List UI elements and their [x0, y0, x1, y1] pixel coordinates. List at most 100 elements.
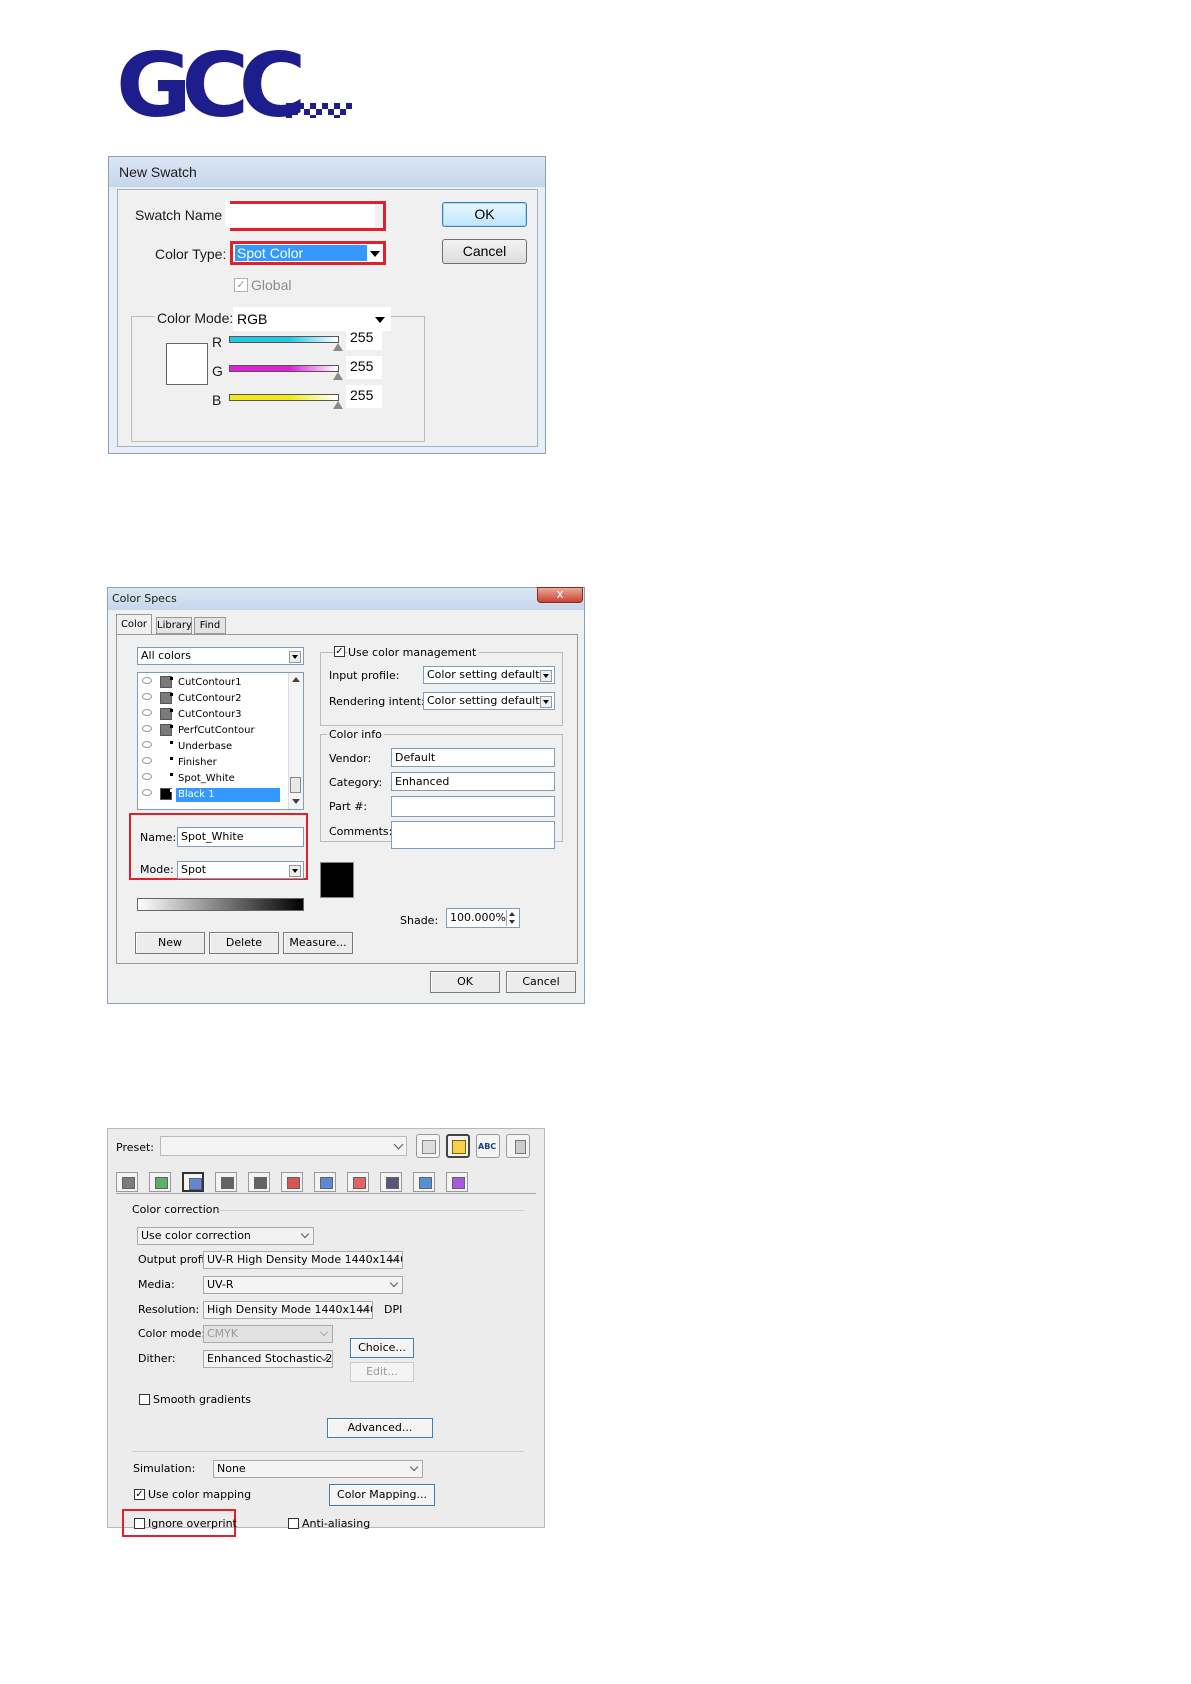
rendering-intent-select[interactable]: Color setting default [423, 692, 555, 710]
tab-find[interactable]: Find [194, 617, 226, 634]
visibility-eye-icon[interactable] [142, 757, 152, 764]
rendering-intent-label: Rendering intent: [329, 695, 425, 708]
color-list-item[interactable]: Black 1 [140, 787, 280, 802]
print-icon[interactable] [116, 1172, 138, 1192]
frame-icon[interactable] [215, 1172, 237, 1192]
color-list-item[interactable]: CutContour1 [140, 675, 280, 690]
slider-thumb[interactable] [333, 343, 343, 351]
color-list-item[interactable]: Finisher [140, 755, 280, 770]
output-profile-select[interactable]: UV-R High Density Mode 1440x1440 .icc [203, 1251, 403, 1269]
choice-button[interactable]: Choice... [350, 1338, 414, 1358]
palette-icon[interactable] [446, 1172, 468, 1192]
measure-button[interactable]: Measure... [283, 932, 353, 954]
ok-button[interactable]: OK [442, 202, 527, 227]
adjust-icon[interactable] [314, 1172, 336, 1192]
color-filter-select[interactable]: All colors [137, 647, 304, 665]
color-bars-icon[interactable] [347, 1172, 369, 1192]
spot-marker-icon [170, 709, 173, 712]
save-preset-button[interactable] [416, 1134, 440, 1158]
rename-preset-button[interactable]: ABC [476, 1134, 500, 1158]
slider-thumb[interactable] [333, 401, 343, 409]
comments-input[interactable] [391, 821, 555, 849]
tab-library[interactable]: Library [156, 617, 192, 634]
visibility-eye-icon[interactable] [142, 773, 152, 780]
new-button[interactable]: New [135, 932, 205, 954]
color-mode-value: CMYK [207, 1327, 239, 1340]
scroll-up-icon[interactable] [292, 677, 300, 682]
shade-input[interactable]: 100.000% [446, 908, 520, 928]
visibility-eye-icon[interactable] [142, 693, 152, 700]
color-mode-value: RGB [237, 311, 268, 327]
output-profile-value: UV-R High Density Mode 1440x1440 .icc [207, 1253, 403, 1266]
use-color-correction-select[interactable]: Use color correction [137, 1227, 314, 1245]
frame-icon-glyph [221, 1177, 234, 1189]
channel-label: R [212, 334, 223, 350]
simulation-select[interactable]: None [213, 1460, 423, 1478]
slider-thumb[interactable] [333, 372, 343, 380]
channel-slider[interactable] [229, 365, 339, 372]
channel-value-input[interactable]: 255 [346, 356, 382, 379]
preset-select[interactable] [160, 1136, 407, 1156]
color-list-item[interactable]: CutContour2 [140, 691, 280, 706]
visibility-eye-icon[interactable] [142, 677, 152, 684]
visibility-eye-icon[interactable] [142, 741, 152, 748]
color-list-item[interactable]: Spot_White [140, 771, 280, 786]
ink-icon[interactable] [413, 1172, 435, 1192]
color-list-item[interactable]: PerfCutContour [140, 723, 280, 738]
tab-color[interactable]: Color [116, 614, 152, 635]
channel-slider[interactable] [229, 394, 339, 401]
color-type-select[interactable]: Spot Color [230, 241, 386, 265]
spot-marker-icon [170, 773, 173, 776]
media-select[interactable]: UV-R [203, 1276, 403, 1294]
color-list-item[interactable]: Underbase [140, 739, 280, 754]
import-icon[interactable] [149, 1172, 171, 1192]
anti-aliasing-checkbox[interactable] [288, 1518, 299, 1529]
delete-button[interactable]: Delete [209, 932, 279, 954]
ignore-overprint-checkbox[interactable] [134, 1518, 145, 1529]
cancel-button[interactable]: Cancel [442, 239, 527, 264]
scroll-thumb[interactable] [290, 777, 301, 793]
channel-value-input[interactable]: 255 [346, 327, 382, 350]
close-button[interactable]: x [537, 587, 583, 603]
delete-preset-button[interactable] [506, 1134, 530, 1158]
cancel-button[interactable]: Cancel [506, 971, 576, 993]
name-input[interactable]: Spot_White [177, 827, 304, 847]
brush-icon[interactable] [248, 1172, 270, 1192]
channel-slider[interactable] [229, 336, 339, 343]
category-input[interactable]: Enhanced [391, 772, 555, 791]
layers-icon[interactable] [380, 1172, 402, 1192]
ok-button[interactable]: OK [430, 971, 500, 993]
global-label: Global [251, 277, 292, 293]
channel-value-input[interactable]: 255 [346, 385, 382, 408]
visibility-eye-icon[interactable] [142, 789, 152, 796]
layout-icon[interactable] [182, 1172, 204, 1192]
vendor-input[interactable]: Default [391, 748, 555, 767]
visibility-eye-icon[interactable] [142, 709, 152, 716]
list-scrollbar[interactable] [288, 673, 303, 809]
spin-down-icon[interactable] [509, 920, 515, 924]
shade-spinner[interactable] [506, 910, 518, 926]
part-input[interactable] [391, 796, 555, 817]
edit-button[interactable]: Edit... [350, 1362, 414, 1382]
color-mapping-button[interactable]: Color Mapping... [329, 1484, 435, 1506]
save-as-preset-button[interactable] [446, 1134, 470, 1158]
global-checkbox[interactable]: ✓ [234, 278, 248, 292]
color-list-item[interactable]: CutContour3 [140, 707, 280, 722]
color-mode-select[interactable]: CMYK [203, 1325, 333, 1343]
grid-icon[interactable] [281, 1172, 303, 1192]
resolution-select[interactable]: High Density Mode 1440x1440 [203, 1301, 373, 1319]
color-list[interactable]: CutContour1 CutContour2 CutContour3 PerfCut… [137, 672, 304, 810]
close-icon: x [556, 587, 564, 601]
scroll-down-icon[interactable] [292, 799, 300, 804]
anti-aliasing-label: Anti-aliasing [302, 1517, 371, 1530]
use-color-management-checkbox[interactable]: ✓ [334, 646, 345, 657]
advanced-button[interactable]: Advanced... [327, 1418, 433, 1438]
mode-select[interactable]: Spot [177, 861, 304, 879]
spin-up-icon[interactable] [509, 912, 515, 916]
smooth-gradients-checkbox[interactable] [139, 1394, 150, 1405]
color-list-rows: CutContour1 CutContour2 CutContour3 PerfCut… [140, 675, 288, 807]
use-color-mapping-checkbox[interactable]: ✓ [134, 1489, 145, 1500]
dither-select[interactable]: Enhanced Stochastic 2 [203, 1350, 333, 1368]
visibility-eye-icon[interactable] [142, 725, 152, 732]
input-profile-select[interactable]: Color setting default [423, 666, 555, 684]
